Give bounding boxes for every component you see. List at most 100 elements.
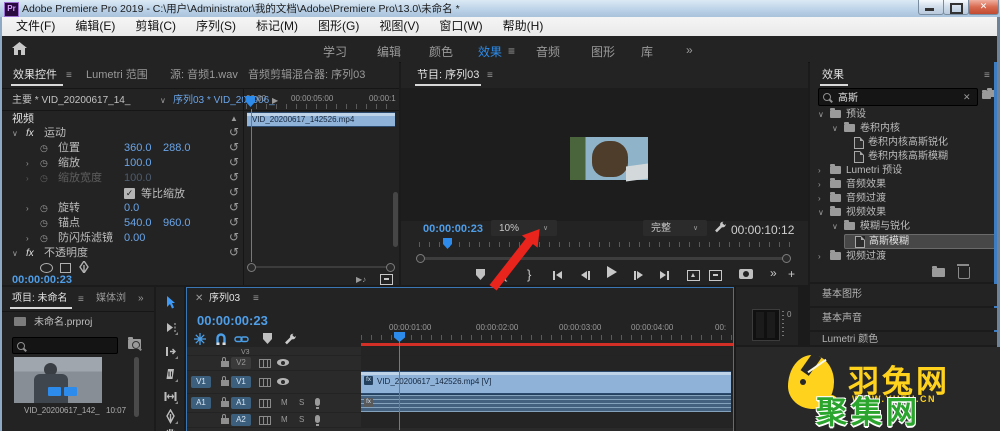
export-frame-button[interactable] <box>739 269 753 279</box>
tree-item-gaussian-blur-preset[interactable]: 卷积内核高斯模糊 <box>868 152 948 162</box>
timeline-timecode[interactable]: 00:00:00:23 <box>197 314 268 327</box>
tree-item-video-effects[interactable]: 视频效果 <box>846 208 886 218</box>
lock-icon[interactable] <box>221 380 229 386</box>
go-to-out-button[interactable] <box>660 268 669 282</box>
playback-quality-dropdown[interactable]: 完整 ∨ <box>643 220 707 236</box>
project-scrollbar[interactable] <box>134 357 139 417</box>
scale-value[interactable]: 100.0 <box>124 158 152 169</box>
step-back-button[interactable] <box>581 268 590 282</box>
lock-icon[interactable] <box>221 401 229 407</box>
workspace-tab-graphics[interactable]: 图形 <box>591 43 615 60</box>
anchor-x-value[interactable]: 540.0 <box>124 218 152 229</box>
tab-program-monitor[interactable]: 节目: 序列03 <box>417 70 479 81</box>
pen-tool[interactable] <box>163 409 178 424</box>
reset-icon[interactable]: ↺ <box>229 246 239 258</box>
tree-caret-icon[interactable]: › <box>818 181 821 189</box>
tree-item-audio-effects[interactable]: 音频效果 <box>846 180 886 190</box>
transport-overflow-icon[interactable]: » <box>770 267 777 279</box>
sync-lock-icon[interactable] <box>259 378 271 387</box>
project-file-name[interactable]: 未命名.prproj <box>34 318 92 328</box>
selection-tool[interactable] <box>163 295 178 310</box>
tab-source-monitor[interactable]: 源: 音频1.wav <box>170 70 238 81</box>
menu-markers[interactable]: 标记(M) <box>246 17 308 36</box>
tab-project[interactable]: 项目: 未命名 <box>12 294 68 304</box>
reset-icon[interactable]: ↺ <box>229 141 239 153</box>
master-clip-label[interactable]: 主要 * VID_20200617_14_ <box>12 96 130 106</box>
solo-button[interactable]: S <box>299 416 304 424</box>
mute-button[interactable]: M <box>281 399 288 407</box>
menu-file[interactable]: 文件(F) <box>6 17 65 36</box>
track-select-forward-tool[interactable] <box>163 320 178 335</box>
program-viewer[interactable] <box>401 88 808 221</box>
ecp-zoom-handle-left[interactable] <box>247 263 256 272</box>
position-x-value[interactable]: 360.0 <box>124 143 152 154</box>
ellipse-mask-icon[interactable] <box>40 263 53 273</box>
slip-tool[interactable] <box>163 389 178 404</box>
workspace-overflow-icon[interactable]: » <box>686 43 693 57</box>
voiceover-mic-icon[interactable] <box>315 415 320 423</box>
menu-edit[interactable]: 编辑(E) <box>65 17 125 36</box>
collapse-icon[interactable]: ▲ <box>230 115 238 123</box>
ripple-edit-tool[interactable] <box>163 344 178 359</box>
menu-sequence[interactable]: 序列(S) <box>186 17 246 36</box>
menu-clip[interactable]: 剪辑(C) <box>125 17 186 36</box>
panel-menu-icon[interactable]: ≡ <box>253 294 259 304</box>
go-to-in-button[interactable] <box>553 268 562 282</box>
add-marker-icon[interactable] <box>263 333 272 344</box>
tree-item-video-transitions[interactable]: 视频过渡 <box>846 252 886 262</box>
clip-thumbnail[interactable] <box>14 357 102 403</box>
sync-lock-icon[interactable] <box>259 359 271 368</box>
workspace-menu-icon[interactable]: ≡ <box>508 44 515 58</box>
mute-button[interactable]: M <box>281 416 288 424</box>
tree-item-lumetri-presets[interactable]: Lumetri 预设 <box>846 166 902 176</box>
source-patch-a1[interactable]: A1 <box>191 397 211 409</box>
toggle-output-eye-icon[interactable] <box>277 359 289 366</box>
tree-item-blur-sharpen[interactable]: 模糊与锐化 <box>860 222 910 232</box>
track-badge-a1[interactable]: A1 <box>231 397 251 409</box>
step-forward-button[interactable] <box>634 268 643 282</box>
effects-search-box[interactable]: ✕ <box>818 88 978 106</box>
workspace-tab-learn[interactable]: 学习 <box>323 43 347 60</box>
close-button[interactable]: ✕ <box>968 0 999 15</box>
uniform-scale-checkbox[interactable]: ✓ <box>124 188 135 199</box>
hand-tool[interactable] <box>163 426 178 431</box>
tree-caret-icon[interactable]: ∨ <box>832 223 838 231</box>
source-patch-v1[interactable]: V1 <box>191 376 211 388</box>
sync-lock-icon[interactable] <box>259 416 271 425</box>
workspace-tab-library[interactable]: 库 <box>641 43 653 60</box>
stopwatch-icon[interactable]: ◷ <box>40 159 48 168</box>
track-badge-v2[interactable]: V2 <box>231 357 251 369</box>
mark-out-button[interactable]: } <box>527 268 531 281</box>
track-v3[interactable] <box>361 347 733 355</box>
workspace-tab-color[interactable]: 颜色 <box>429 43 453 60</box>
play-button[interactable] <box>607 265 617 279</box>
ecp-vertical-scrollbar[interactable] <box>393 192 398 247</box>
menu-window[interactable]: 窗口(W) <box>429 17 492 36</box>
tab-effects[interactable]: 效果 <box>822 70 844 81</box>
menu-graphics[interactable]: 图形(G) <box>308 17 369 36</box>
anchor-y-value[interactable]: 960.0 <box>163 218 191 229</box>
project-search-box[interactable] <box>12 337 118 354</box>
timeline-ruler[interactable] <box>361 335 733 340</box>
ecp-zoom-handle-right[interactable] <box>386 263 395 272</box>
add-marker-button[interactable] <box>476 269 485 280</box>
solo-button[interactable]: S <box>299 399 304 407</box>
extract-button[interactable] <box>709 268 722 282</box>
tree-caret-icon[interactable]: › <box>818 195 821 203</box>
track-badge-a2[interactable]: A2 <box>231 414 251 426</box>
minimize-button[interactable] <box>918 0 944 15</box>
reset-icon[interactable]: ↺ <box>229 231 239 243</box>
reset-icon[interactable]: ↺ <box>229 126 239 138</box>
rect-mask-icon[interactable] <box>60 263 71 273</box>
panel-overflow-icon[interactable]: » <box>138 294 144 304</box>
ecp-clip-bar[interactable]: VID_20200617_142526.mp4 <box>247 112 395 127</box>
essential-sound-panel-header[interactable]: 基本声音 <box>810 308 1000 330</box>
razor-tool[interactable] <box>163 367 178 382</box>
track-header-v3[interactable]: V3 <box>187 347 361 355</box>
antiflicker-value[interactable]: 0.00 <box>124 233 145 244</box>
clip-dropdown-caret[interactable]: ∨ <box>160 97 166 105</box>
play-audio-only-icon[interactable]: ▶♪ <box>356 276 366 284</box>
pen-mask-icon[interactable] <box>78 261 90 276</box>
timeline-playhead-line[interactable] <box>399 340 400 430</box>
sync-lock-icon[interactable] <box>259 399 271 408</box>
